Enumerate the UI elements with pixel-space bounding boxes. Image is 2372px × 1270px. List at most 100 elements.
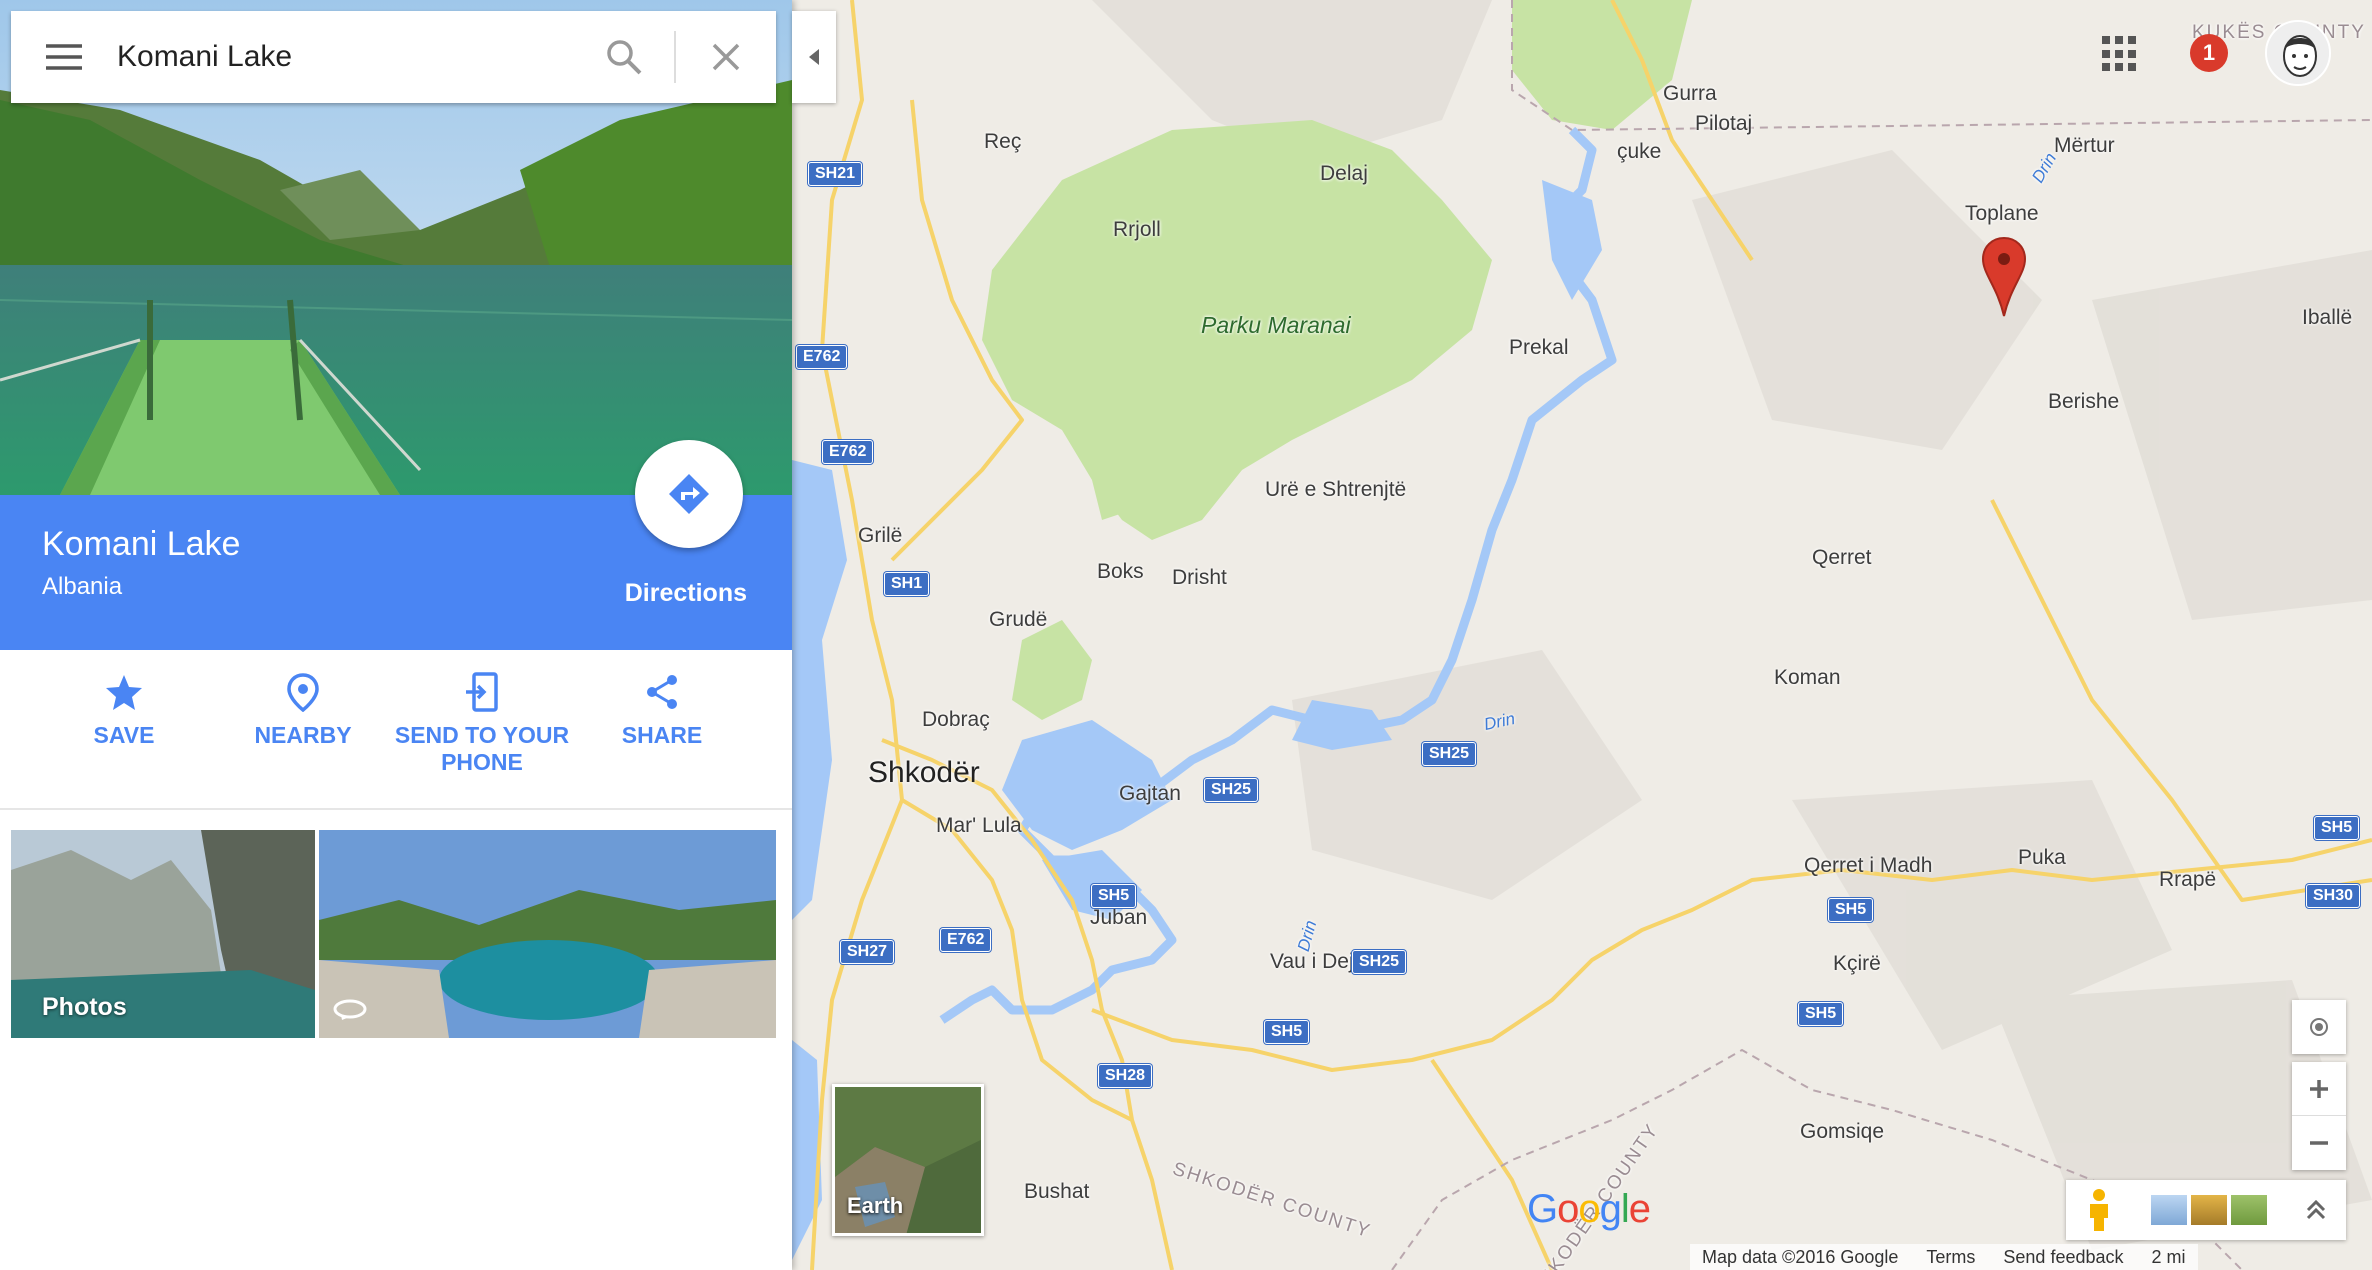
nearby-button[interactable]: NEARBY (203, 672, 403, 749)
share-label: SHARE (621, 722, 703, 748)
zoom-out-button[interactable] (2292, 1116, 2346, 1170)
panorama-thumbnail[interactable] (319, 830, 776, 1038)
road-shield: SH5 (1091, 884, 1137, 908)
send-feedback-link[interactable]: Send feedback (2003, 1247, 2123, 1268)
star-icon (106, 675, 142, 710)
map-label-gurra: Gurra (1663, 82, 1717, 105)
pegman-icon[interactable] (2084, 1188, 2114, 1232)
earth-label: Earth (847, 1193, 904, 1218)
road-shield: SH1 (884, 572, 930, 596)
road-shield: SH5 (1828, 898, 1874, 922)
hamburger-menu-icon (46, 44, 82, 70)
map-label-pilotaj: Pilotaj (1695, 112, 1753, 135)
map-label-rrape: Rrapë (2159, 868, 2217, 891)
road-shield: SH5 (1264, 1020, 1310, 1044)
minus-icon (2310, 1141, 2328, 1145)
road-shield: SH5 (2314, 816, 2360, 840)
map-label-ure-shtrenjte: Urë e Shtrenjtë (1265, 478, 1407, 501)
map-label-ibalie: Iballë (2302, 306, 2353, 329)
photo-strip: Photos (11, 830, 776, 1038)
directions-label[interactable]: Directions (625, 579, 747, 608)
map-label-kcire: Kçirë (1833, 952, 1881, 975)
terms-link[interactable]: Terms (1926, 1247, 1975, 1268)
photos-label: Photos (42, 993, 127, 1021)
send-to-phone-button[interactable]: SEND TO YOUR PHONE (382, 672, 582, 776)
send-to-phone-icon (466, 672, 498, 712)
map-canvas[interactable]: Gurra Pilotaj çuke Mërtur Toplane Iballë… (792, 0, 2372, 1270)
imagery-thumbnails[interactable] (2150, 1195, 2267, 1225)
my-location-button[interactable] (2292, 1000, 2346, 1054)
photos-thumbnail[interactable]: Photos (11, 830, 315, 1038)
search-icon (607, 40, 642, 75)
map-data-attribution: Map data ©2016 Google (1702, 1246, 1899, 1267)
my-location-icon (2310, 1018, 2328, 1036)
share-button[interactable]: SHARE (562, 672, 762, 749)
map-label-prekal: Prekal (1509, 336, 1569, 359)
search-box: Komani Lake (11, 11, 776, 103)
map-footer: Map data ©2016 Google Terms Send feedbac… (1690, 1244, 2198, 1270)
plus-icon (2310, 1079, 2328, 1098)
collapse-panel-button[interactable] (792, 11, 836, 103)
scale-label: 2 mi (2151, 1246, 2186, 1267)
nearby-label: NEARBY (254, 722, 352, 748)
map-label-drisht: Drisht (1172, 566, 1227, 589)
notification-badge[interactable]: 1 (2190, 34, 2228, 72)
search-input[interactable]: Komani Lake (117, 40, 574, 74)
expand-up-icon[interactable] (2304, 1198, 2328, 1222)
apps-grid-icon[interactable] (2102, 36, 2138, 72)
directions-button[interactable] (635, 440, 743, 548)
road-shield: SH21 (808, 162, 863, 186)
map-label-qerret: Qerret (1812, 546, 1872, 569)
road-shield: SH30 (2306, 884, 2361, 908)
360-view-icon (333, 999, 367, 1020)
save-button[interactable]: SAVE (24, 672, 224, 749)
map-label-qerret-i-madh: Qerret i Madh (1804, 854, 1933, 877)
map-label-mertur: Mërtur (2054, 134, 2115, 157)
road-shield: SH25 (1422, 742, 1477, 766)
map-label-mar-lula: Mar' Lula (936, 814, 1022, 837)
map-label-juban: Juban (1090, 906, 1148, 929)
map-label-grude: Grudë (989, 608, 1048, 631)
google-logo: Google (1527, 1187, 1651, 1231)
map-label-boks: Boks (1097, 560, 1144, 583)
place-region: Albania (42, 573, 123, 600)
map-label-gomsiqe: Gomsiqe (1800, 1120, 1885, 1143)
map-label-dobrac: Dobraç (922, 708, 990, 731)
map-label-shkoder: Shkodër (868, 756, 980, 789)
place-title: Komani Lake (42, 525, 241, 563)
menu-button[interactable] (11, 11, 117, 103)
send-to-phone-label: SEND TO YOUR PHONE (394, 722, 570, 775)
share-icon (647, 675, 677, 709)
street-view-strip (2066, 1180, 2346, 1240)
map-label-gajtan: Gajtan (1119, 782, 1181, 805)
search-button[interactable] (574, 11, 674, 103)
avatar[interactable] (2265, 20, 2331, 86)
road-shield: E762 (822, 440, 874, 464)
road-shield: SH5 (1798, 1002, 1844, 1026)
map-label-toplane: Toplane (1965, 202, 2039, 225)
zoom-controls (2292, 1062, 2346, 1170)
map-label-koman: Koman (1774, 666, 1841, 689)
zoom-in-button[interactable] (2292, 1062, 2346, 1116)
map-label-rec: Reç (984, 130, 1022, 153)
earth-toggle[interactable]: Earth (832, 1084, 984, 1236)
map-label-bushat: Bushat (1024, 1180, 1090, 1203)
road-shield: SH25 (1352, 950, 1407, 974)
close-icon (712, 43, 740, 71)
road-shield: E762 (796, 345, 848, 369)
save-label: SAVE (93, 722, 155, 748)
place-panel: Komani Lake Komani Lake Albania Directio… (0, 0, 792, 1270)
clear-search-button[interactable] (676, 11, 776, 103)
directions-icon (669, 474, 709, 514)
map-label-cuke: çuke (1617, 140, 1662, 163)
map-label-rrjoll: Rrjoll (1113, 218, 1161, 241)
road-shield: SH25 (1204, 778, 1259, 802)
location-pin-icon[interactable] (1981, 236, 2027, 318)
action-row: SAVE NEARBY SEND TO YOUR PHONE SHARE (0, 650, 792, 810)
panorama-image (319, 830, 776, 1038)
road-shield: SH27 (840, 940, 895, 964)
road-shield: E762 (940, 928, 992, 952)
map-label-parku-maranai: Parku Maranai (1201, 312, 1351, 338)
map-label-berishe: Berishe (2048, 390, 2120, 413)
map-base-layer (792, 0, 2372, 1270)
